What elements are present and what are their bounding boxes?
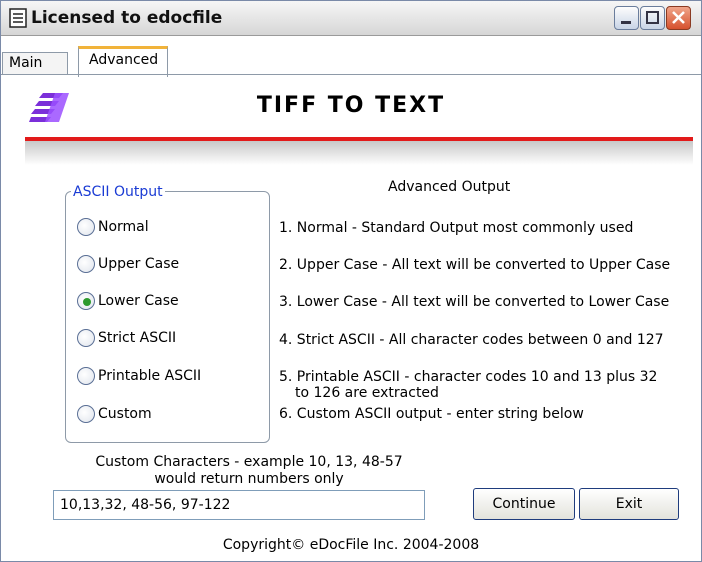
continue-button[interactable]: Continue [473, 488, 575, 520]
copyright-text: Copyright© eDocFile Inc. 2004-2008 [222, 537, 480, 553]
radio-label: Printable ASCII [98, 368, 202, 384]
radio-label: Strict ASCII [98, 330, 177, 346]
radio-printable-ascii[interactable]: Printable ASCII [77, 367, 262, 389]
window-title: Licensed to edocfile [31, 8, 223, 28]
app-title: TIFF TO TEXT [256, 93, 446, 118]
exit-button[interactable]: Exit [579, 488, 679, 520]
radio-selected-dot [83, 298, 91, 306]
radio-circle [77, 218, 95, 236]
custom-help-line2: would return numbers only [154, 471, 344, 487]
radio-circle [77, 367, 95, 385]
description-upper-case: 2. Upper Case - All text will be convert… [279, 257, 671, 273]
header-shadow [25, 141, 693, 165]
radio-circle [77, 329, 95, 347]
radio-normal[interactable]: Normal [77, 218, 262, 240]
radio-label: Lower Case [98, 293, 179, 309]
radio-lower-case[interactable]: Lower Case [77, 292, 262, 314]
radio-custom[interactable]: Custom [77, 405, 262, 427]
description-strict-ascii: 4. Strict ASCII - All character codes be… [279, 332, 664, 348]
advanced-output-title: Advanced Output [388, 179, 511, 195]
tab-advanced[interactable]: Advanced [78, 46, 168, 77]
radio-upper-case[interactable]: Upper Case [77, 255, 262, 277]
tab-main[interactable]: Main [2, 52, 68, 75]
title-bar[interactable]: Licensed to edocfile [1, 1, 701, 36]
minimize-icon [621, 21, 631, 24]
description-printable-ascii-cont: to 126 are extracted [295, 385, 439, 401]
maximize-icon [646, 11, 659, 24]
radio-circle [77, 292, 95, 310]
tab-divider [1, 74, 701, 75]
description-normal: 1. Normal - Standard Output most commonl… [279, 220, 634, 236]
minimize-button[interactable] [614, 6, 639, 30]
radio-label: Upper Case [98, 256, 180, 272]
radio-label: Normal [98, 219, 149, 235]
maximize-button[interactable] [640, 6, 665, 30]
close-button[interactable] [666, 6, 691, 30]
app-window: Licensed to edocfile Main Advanced TIFF … [0, 0, 702, 562]
radio-circle [77, 255, 95, 273]
ascii-output-label: ASCII Output [71, 184, 165, 200]
description-lower-case: 3. Lower Case - All text will be convert… [279, 294, 670, 310]
tab-main-label: Main [9, 55, 43, 71]
radio-circle [77, 405, 95, 423]
close-icon [672, 11, 685, 24]
radio-strict-ascii[interactable]: Strict ASCII [77, 329, 262, 351]
description-printable-ascii: 5. Printable ASCII - character codes 10 … [279, 369, 658, 385]
document-icon [9, 8, 27, 28]
custom-help-line1: Custom Characters - example 10, 13, 48-5… [95, 454, 403, 470]
custom-characters-help: Custom Characters - example 10, 13, 48-5… [89, 454, 409, 488]
description-custom: 6. Custom ASCII output - enter string be… [279, 406, 584, 422]
custom-characters-input[interactable] [53, 490, 425, 520]
radio-label: Custom [98, 406, 152, 422]
tab-advanced-label: Advanced [89, 52, 159, 68]
app-logo-icon [29, 93, 69, 122]
